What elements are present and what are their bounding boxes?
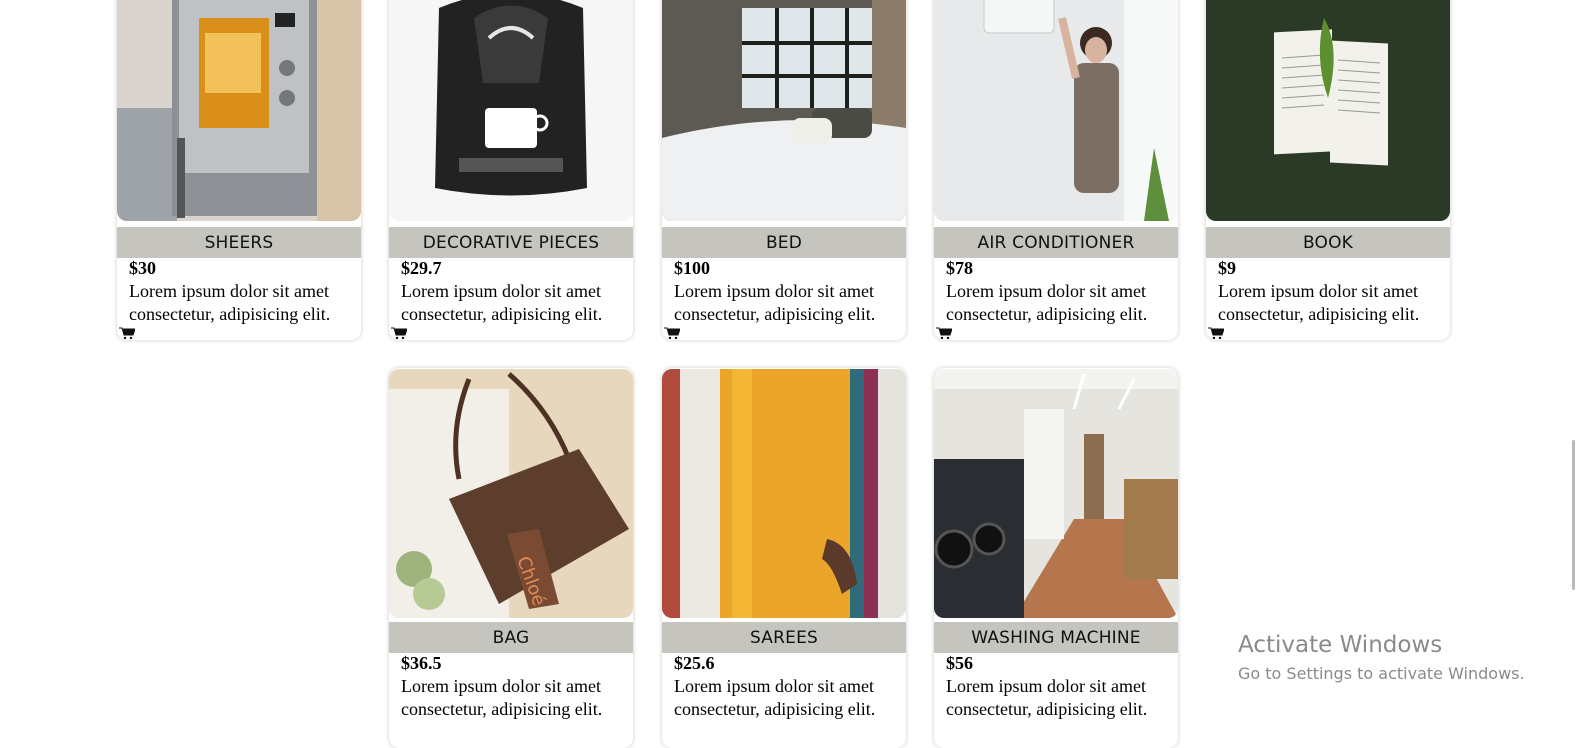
- product-price: $36.5: [401, 653, 442, 673]
- product-description: Lorem ipsum dolor sit amet consectetur, …: [401, 281, 603, 324]
- product-description: Lorem ipsum dolor sit amet consectetur, …: [129, 281, 331, 324]
- vertical-scrollbar[interactable]: [1566, 0, 1583, 724]
- product-image-bag[interactable]: Chloé: [389, 369, 633, 618]
- product-description: Lorem ipsum dolor sit amet consectetur, …: [674, 676, 876, 719]
- product-description: Lorem ipsum dolor sit amet consectetur, …: [674, 281, 876, 324]
- product-card-bag[interactable]: Chloé BAG $36.5 Lorem ipsum dolor sit am…: [389, 368, 633, 748]
- product-image-bed[interactable]: [662, 0, 906, 221]
- cart-icon[interactable]: [936, 327, 952, 339]
- product-price: $30: [129, 258, 156, 278]
- scrollbar-thumb[interactable]: [1572, 440, 1575, 590]
- product-price: $78: [946, 258, 973, 278]
- product-card-sheers[interactable]: SHEERS $30 Lorem ipsum dolor sit amet co…: [117, 0, 361, 340]
- product-description: Lorem ipsum dolor sit amet consectetur, …: [946, 281, 1148, 324]
- cart-icon[interactable]: [391, 327, 407, 339]
- product-title: DECORATIVE PIECES: [389, 227, 633, 258]
- product-price: $9: [1218, 258, 1236, 278]
- product-description: Lorem ipsum dolor sit amet consectetur, …: [1218, 281, 1420, 324]
- product-price: $29.7: [401, 258, 442, 278]
- cart-icon[interactable]: [664, 327, 680, 339]
- windows-activation-watermark: Activate Windows Go to Settings to activ…: [1238, 632, 1525, 683]
- product-description: Lorem ipsum dolor sit amet consectetur, …: [401, 676, 603, 719]
- product-title: BAG: [389, 622, 633, 653]
- product-price: $56: [946, 653, 973, 673]
- product-card-decorative-pieces[interactable]: DECORATIVE PIECES $29.7 Lorem ipsum dolo…: [389, 0, 633, 340]
- product-image-coffee-machine[interactable]: [389, 0, 633, 221]
- product-image-sarees[interactable]: [662, 369, 906, 618]
- product-image-microwave[interactable]: [117, 0, 361, 221]
- product-price: $100: [674, 258, 710, 278]
- product-description: Lorem ipsum dolor sit amet consectetur, …: [946, 676, 1148, 719]
- product-card-sarees[interactable]: SAREES $25.6 Lorem ipsum dolor sit amet …: [662, 368, 906, 748]
- product-card-bed[interactable]: BED $100 Lorem ipsum dolor sit amet cons…: [662, 0, 906, 340]
- product-image-book[interactable]: [1206, 0, 1450, 221]
- product-card-washing-machine[interactable]: WASHING MACHINE $56 Lorem ipsum dolor si…: [934, 368, 1178, 748]
- product-title: SAREES: [662, 622, 906, 653]
- product-image-washing-machine[interactable]: [934, 369, 1178, 618]
- product-card-book[interactable]: BOOK $9 Lorem ipsum dolor sit amet conse…: [1206, 0, 1450, 340]
- watermark-title: Activate Windows: [1238, 632, 1443, 658]
- product-title: WASHING MACHINE: [934, 622, 1178, 653]
- product-title: SHEERS: [117, 227, 361, 258]
- product-title: AIR CONDITIONER: [934, 227, 1178, 258]
- cart-icon[interactable]: [1208, 327, 1224, 339]
- watermark-subtitle: Go to Settings to activate Windows.: [1238, 664, 1525, 683]
- product-image-air-conditioner[interactable]: [934, 0, 1178, 221]
- product-title: BED: [662, 227, 906, 258]
- product-card-air-conditioner[interactable]: AIR CONDITIONER $78 Lorem ipsum dolor si…: [934, 0, 1178, 340]
- cart-icon[interactable]: [119, 327, 135, 339]
- product-price: $25.6: [674, 653, 715, 673]
- product-title: BOOK: [1206, 227, 1450, 258]
